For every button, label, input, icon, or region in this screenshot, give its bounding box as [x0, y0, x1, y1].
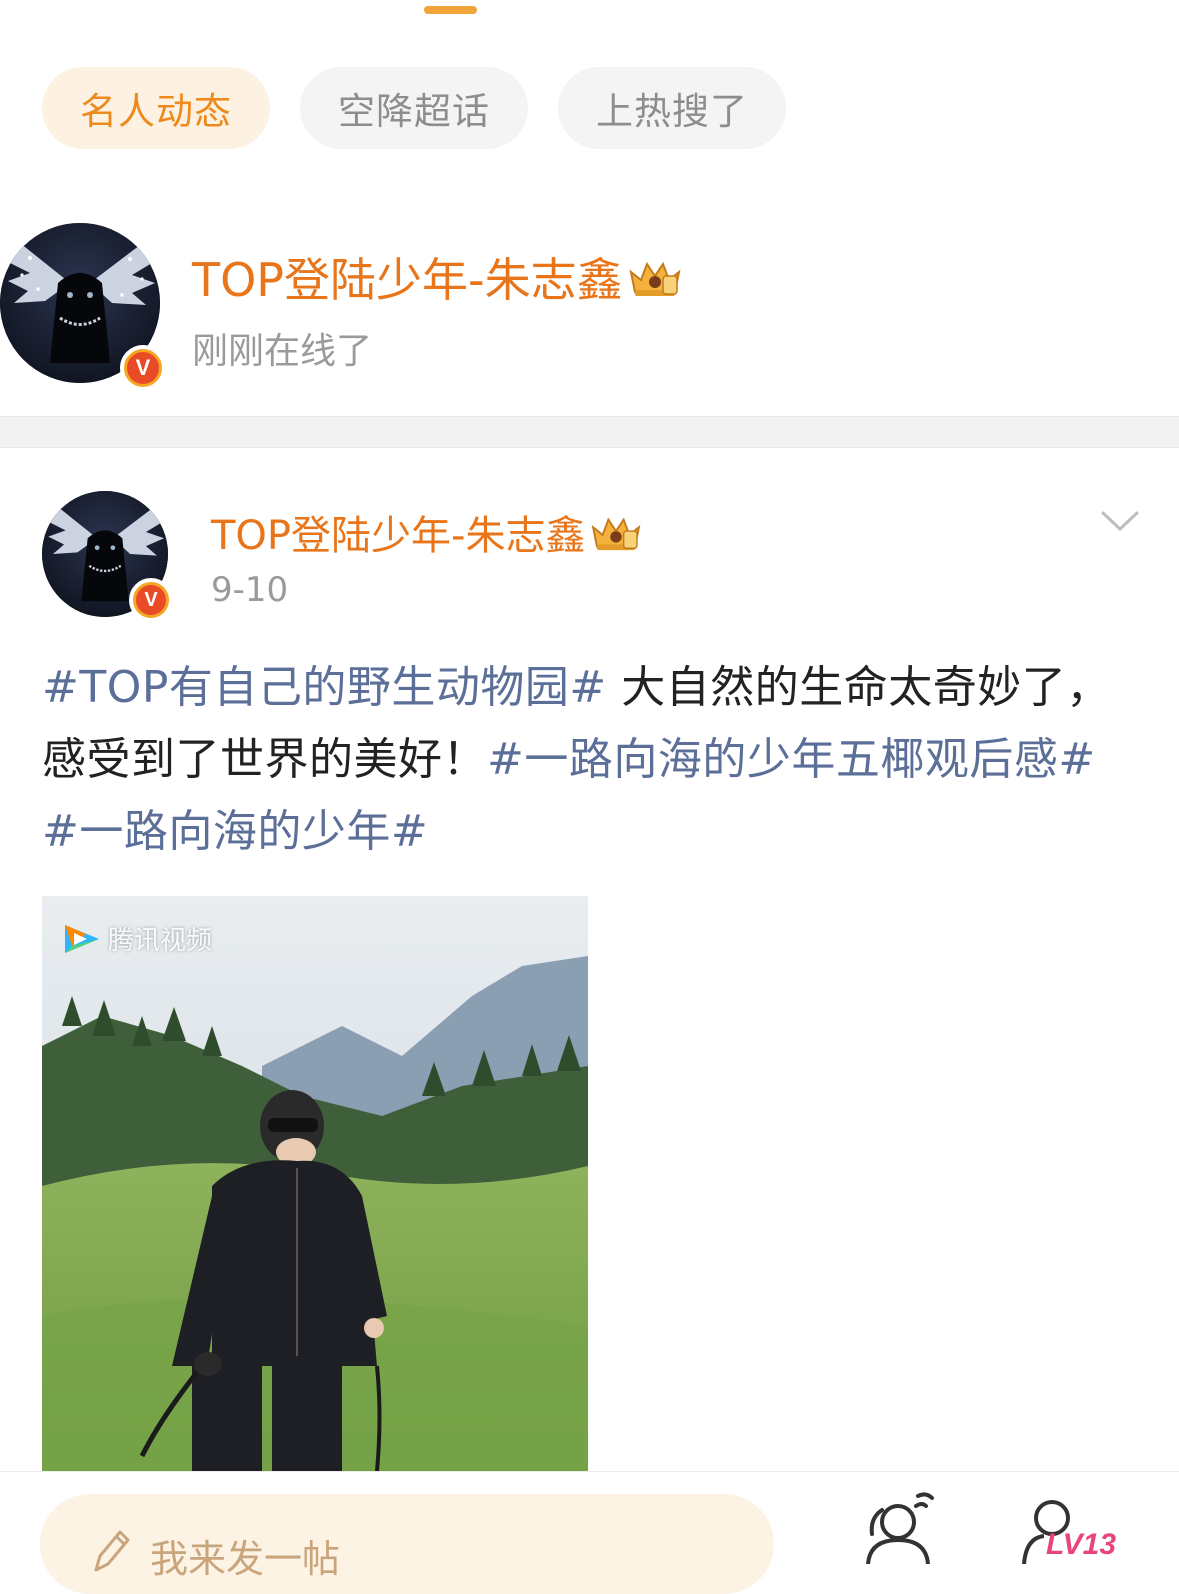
tencent-video-logo-icon [65, 924, 99, 953]
pen-icon [88, 1526, 132, 1580]
tencent-video-watermark: 腾讯视频 [62, 920, 212, 957]
people-icon[interactable] [860, 1488, 940, 1568]
hashtag-link[interactable]: #一路向海的少年# [42, 806, 428, 857]
section-divider [0, 416, 1179, 448]
hashtag-link[interactable]: #TOP有自己的野生动物园# [42, 662, 607, 713]
page-indicator [424, 6, 477, 14]
compose-post-button[interactable]: 我来发一帖 [40, 1494, 774, 1594]
celebrity-name[interactable]: TOP登陆少年-朱志鑫 [192, 244, 683, 311]
post-image[interactable]: 腾讯视频 [42, 896, 588, 1471]
crown-badge-icon [627, 256, 683, 311]
tab-celebrity-updates[interactable]: 名人动态 [42, 67, 270, 149]
crown-badge-icon [589, 512, 643, 564]
compose-placeholder: 我来发一帖 [150, 1537, 341, 1581]
post-date: 9-10 [211, 570, 289, 610]
bottom-bar: 我来发一帖 LV13 [0, 1471, 1179, 1594]
online-status: 刚刚在线了 [192, 331, 373, 372]
tab-trending[interactable]: 上热搜了 [558, 67, 786, 149]
post-author-name[interactable]: TOP登陆少年-朱志鑫 [211, 503, 643, 564]
tab-airdrop-supertopic[interactable]: 空降超话 [300, 67, 528, 149]
level-badge-icon[interactable]: LV13 [1016, 1488, 1126, 1568]
chevron-down-icon[interactable] [1100, 505, 1140, 535]
outdoor-photo-image [42, 896, 588, 1471]
verified-v-icon: V [129, 578, 173, 622]
hashtag-link[interactable]: #一路向海的少年五椰观后感# [487, 734, 1096, 785]
level-label: LV13 [1046, 1528, 1117, 1561]
verified-v-icon: V [120, 345, 166, 391]
post-body-text: #TOP有自己的野生动物园# 大自然的生命太奇妙了，感受到了世界的美好！#一路向… [42, 652, 1142, 868]
